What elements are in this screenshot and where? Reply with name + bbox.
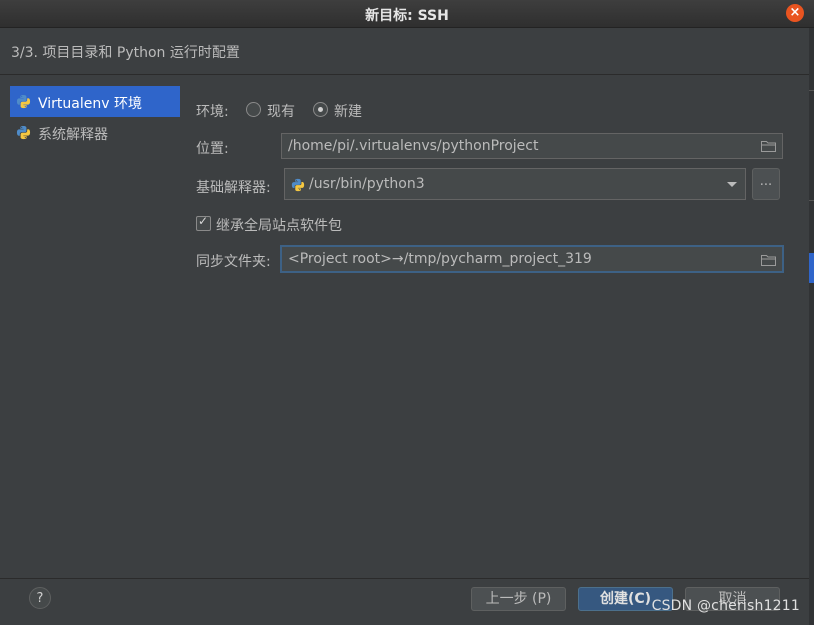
radio-existing-label[interactable]: 现有 [267,101,295,121]
radio-new[interactable] [313,102,328,117]
python-icon [291,178,305,196]
window-title: 新目标: SSH [365,8,449,24]
sidebar-item-system-interpreter[interactable]: 系统解释器 [10,117,180,148]
sidebar-item-label: Virtualenv 环境 [38,96,142,112]
location-label: 位置: [196,141,229,157]
sidebar-item-virtualenv[interactable]: Virtualenv 环境 [10,86,180,117]
python-icon [16,94,31,113]
location-value: /home/pi/.virtualenvs/pythonProject [288,138,539,154]
inherit-packages-checkbox[interactable]: ✓ [196,214,211,231]
python-icon [16,125,31,144]
previous-button[interactable]: 上一步 (P) [471,587,566,611]
help-button[interactable]: ? [29,587,51,609]
radio-new-label[interactable]: 新建 [334,101,362,121]
divider [809,90,814,91]
radio-existing[interactable] [246,102,261,117]
environment-label: 环境: [196,104,229,120]
base-interpreter-label: 基础解释器: [196,180,271,196]
step-title: 3/3. 项目目录和 Python 运行时配置 [11,45,240,61]
base-interpreter-value: /usr/bin/python3 [309,176,425,192]
sync-folders-value: <Project root>→/tmp/pycharm_project_319 [288,251,592,267]
close-icon[interactable]: × [786,4,804,22]
folder-icon[interactable] [761,140,776,156]
interpreter-type-list: Virtualenv 环境 系统解释器 [10,86,180,148]
sidebar-item-label: 系统解释器 [38,127,108,143]
window-titlebar: 新目标: SSH × [0,0,814,28]
base-interpreter-select[interactable]: /usr/bin/python3 [284,168,746,200]
location-field[interactable]: /home/pi/.virtualenvs/pythonProject [281,133,783,159]
scrollbar[interactable] [809,28,814,625]
scrollbar-thumb[interactable] [809,253,814,283]
inherit-packages-label[interactable]: 继承全局站点软件包 [216,215,342,235]
footer-divider [0,578,809,579]
step-header: 3/3. 项目目录和 Python 运行时配置 [0,28,809,75]
browse-interpreter-button[interactable]: ... [752,168,780,200]
folder-icon[interactable] [761,254,776,270]
checkmark-icon: ✓ [198,214,209,228]
chevron-down-icon[interactable] [727,182,737,187]
divider [809,200,814,201]
sync-folders-field[interactable]: <Project root>→/tmp/pycharm_project_319 [280,245,784,273]
watermark: CSDN @cherish1211 [651,598,800,614]
sync-folders-label: 同步文件夹: [196,254,271,270]
